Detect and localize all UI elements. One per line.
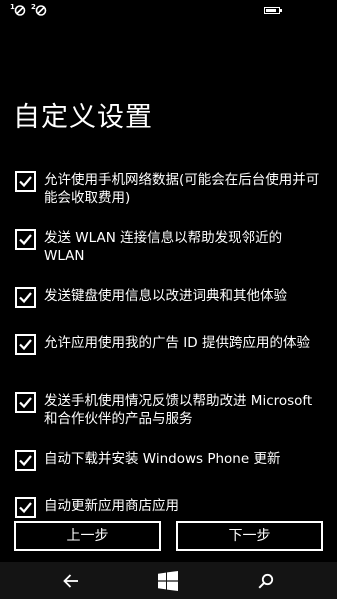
mobile-data-label: 允许使用手机网络数据(可能会在后台使用并可能会收取费用) (44, 172, 320, 206)
usage-feedback-label: 发送手机使用情况反馈以帮助改进 Microsoft 和合作伙伴的产品与服务 (44, 393, 313, 427)
checkmark-icon (19, 234, 32, 246)
windows-logo-icon (158, 570, 178, 591)
checkmark-icon (19, 176, 32, 188)
usage-feedback-checkbox[interactable] (15, 392, 36, 413)
wlan-info-label: 发送 WLAN 连接信息以帮助发现邻近的 WLAN (44, 230, 283, 264)
auto-update-os-label: 自动下载并安装 Windows Phone 更新 (44, 451, 281, 467)
checkmark-icon (19, 502, 32, 514)
search-icon (258, 573, 274, 589)
auto-update-apps-label: 自动更新应用商店应用 (44, 498, 179, 514)
wlan-info-checkbox[interactable] (15, 229, 36, 250)
auto-update-apps-checkbox[interactable] (15, 497, 36, 518)
nav-back-button[interactable] (41, 562, 101, 599)
advertising-id-label: 允许应用使用我的广告 ID 提供跨应用的体验 (44, 335, 310, 351)
navigation-bar (0, 562, 337, 599)
keyboard-usage-label: 发送键盘使用信息以改进词典和其他体验 (44, 288, 287, 304)
settings-list: 允许使用手机网络数据(可能会在后台使用并可能会收取费用) 发送 WLAN 连接信… (0, 0, 337, 520)
checkmark-icon (19, 339, 32, 351)
advertising-id-checkbox[interactable] (15, 334, 36, 355)
nav-start-button[interactable] (138, 562, 198, 599)
checkmark-icon (19, 455, 32, 467)
auto-update-os-checkbox[interactable] (15, 450, 36, 471)
checkmark-icon (19, 292, 32, 304)
checkmark-icon (19, 397, 32, 409)
back-button[interactable]: 上一步 (14, 521, 161, 551)
keyboard-usage-checkbox[interactable] (15, 287, 36, 308)
back-arrow-icon (63, 573, 78, 588)
next-button[interactable]: 下一步 (176, 521, 323, 551)
mobile-data-checkbox[interactable] (15, 171, 36, 192)
nav-search-button[interactable] (236, 562, 296, 599)
